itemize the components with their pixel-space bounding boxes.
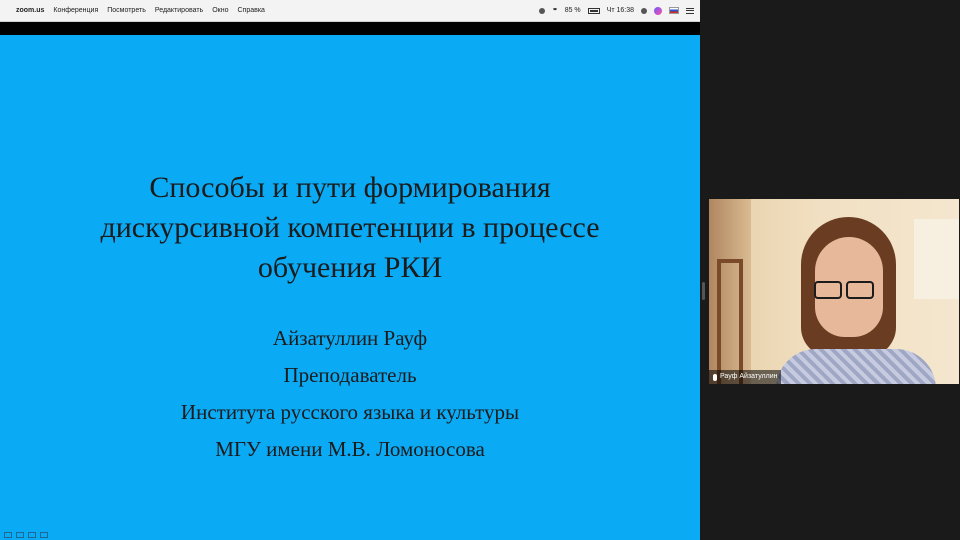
slide-title-line: дискурсивной компетенции в процессе <box>100 211 600 244</box>
zoom-icon[interactable] <box>40 532 48 538</box>
author-university: МГУ имени М.В. Ломоносова <box>215 437 485 461</box>
participant-person <box>771 209 959 384</box>
menu-view[interactable]: Посмотреть <box>107 7 146 14</box>
slide-title-line: Способы и пути формирования <box>149 171 551 204</box>
notification-center-icon[interactable] <box>686 7 694 14</box>
slide-title-line: обучения РКИ <box>257 251 443 284</box>
menu-window[interactable]: Окно <box>212 7 228 14</box>
zoom-status-icon[interactable] <box>538 7 545 14</box>
split-view-handle[interactable] <box>702 282 705 300</box>
slide-author-info: Айзатуллин Рауф Преподаватель Института … <box>0 320 700 468</box>
menu-conference[interactable]: Конференция <box>53 7 98 14</box>
clock[interactable]: Чт 16:38 <box>607 7 634 14</box>
menu-help[interactable]: Справка <box>237 7 264 14</box>
author-institute: Института русского языка и культуры <box>180 400 520 424</box>
glasses-lens-right <box>846 281 874 299</box>
status-area: 85 % Чт 16:38 <box>538 6 694 15</box>
slide-title: Способы и пути формирования дискурсивной… <box>0 168 700 288</box>
participant-name-tag: Рауф Айзатуллин <box>709 370 782 384</box>
participant-video-tile[interactable]: Рауф Айзатуллин <box>709 199 959 384</box>
background-door <box>717 259 743 384</box>
pen-icon[interactable] <box>16 532 24 538</box>
pointer-icon[interactable] <box>4 532 12 538</box>
glasses-lens-left <box>814 281 842 299</box>
mic-icon <box>713 373 717 381</box>
menu-edit[interactable]: Редактировать <box>155 7 203 14</box>
participant-shirt <box>776 349 936 384</box>
shared-screen-slide: Способы и пути формирования дискурсивной… <box>0 35 700 540</box>
wifi-icon[interactable] <box>551 7 558 14</box>
siri-icon[interactable] <box>654 6 662 15</box>
search-icon[interactable] <box>641 7 647 14</box>
menu-app-zoom[interactable]: zoom.us <box>16 7 44 14</box>
slide-controls <box>4 532 48 538</box>
author-name: Айзатуллин Рауф <box>272 326 428 350</box>
battery-icon[interactable] <box>587 7 600 14</box>
window-top-strip <box>0 22 700 35</box>
input-language-flag-icon[interactable] <box>669 7 679 14</box>
author-position: Преподаватель <box>283 363 417 387</box>
battery-percent: 85 % <box>564 7 581 14</box>
menu-bar: zoom.us Конференция Посмотреть Редактиро… <box>0 0 700 22</box>
participant-name: Рауф Айзатуллин <box>720 373 778 380</box>
slides-icon[interactable] <box>28 532 36 538</box>
